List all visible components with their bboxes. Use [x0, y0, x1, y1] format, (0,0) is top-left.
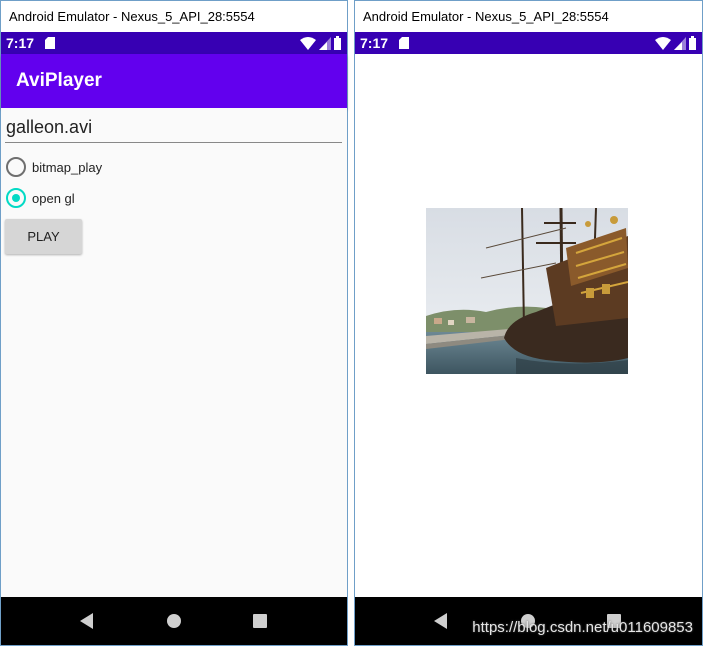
wifi-icon	[300, 37, 316, 50]
home-icon[interactable]	[167, 614, 181, 628]
battery-icon	[689, 36, 696, 50]
status-bar: 7:17	[1, 32, 347, 54]
radio-open-gl[interactable]: open gl	[6, 185, 75, 211]
battery-icon	[334, 36, 341, 50]
status-icons	[655, 36, 696, 50]
emulator-window-right: Android Emulator - Nexus_5_API_28:5554 7…	[354, 0, 703, 646]
sd-card-icon	[399, 37, 409, 49]
radio-bitmap-play[interactable]: bitmap_play	[6, 154, 102, 180]
app-title: AviPlayer	[16, 70, 102, 91]
radio-label: bitmap_play	[32, 159, 103, 175]
recents-icon[interactable]	[253, 614, 267, 628]
status-time: 7:17	[6, 35, 35, 51]
signal-icon	[319, 37, 331, 50]
galleon-ship-image	[426, 208, 628, 374]
radio-label: open gl	[32, 190, 75, 206]
status-bar: 7:17	[355, 32, 702, 54]
emulator-window-left: Android Emulator - Nexus_5_API_28:5554 7…	[0, 0, 348, 646]
back-icon[interactable]	[80, 613, 93, 629]
navigation-bar	[1, 597, 347, 645]
sd-card-icon	[45, 37, 55, 49]
filename-input[interactable]: galleon.avi	[5, 112, 342, 143]
signal-icon	[674, 37, 686, 50]
watermark: https://blog.csdn.net/u011609853	[472, 619, 693, 636]
status-time: 7:17	[360, 35, 389, 51]
radio-button-unchecked[interactable]	[6, 157, 26, 177]
app-bar: AviPlayer	[1, 54, 347, 108]
radio-button-checked[interactable]	[6, 188, 26, 208]
play-button[interactable]: PLAY	[5, 219, 82, 254]
wifi-icon	[655, 37, 671, 50]
status-icons	[300, 36, 341, 50]
video-surface	[355, 54, 702, 597]
window-title: Android Emulator - Nexus_5_API_28:5554	[355, 1, 702, 32]
back-icon[interactable]	[434, 613, 447, 629]
window-title: Android Emulator - Nexus_5_API_28:5554	[1, 1, 347, 32]
main-content: galleon.avi bitmap_play open gl PLAY	[1, 108, 347, 597]
